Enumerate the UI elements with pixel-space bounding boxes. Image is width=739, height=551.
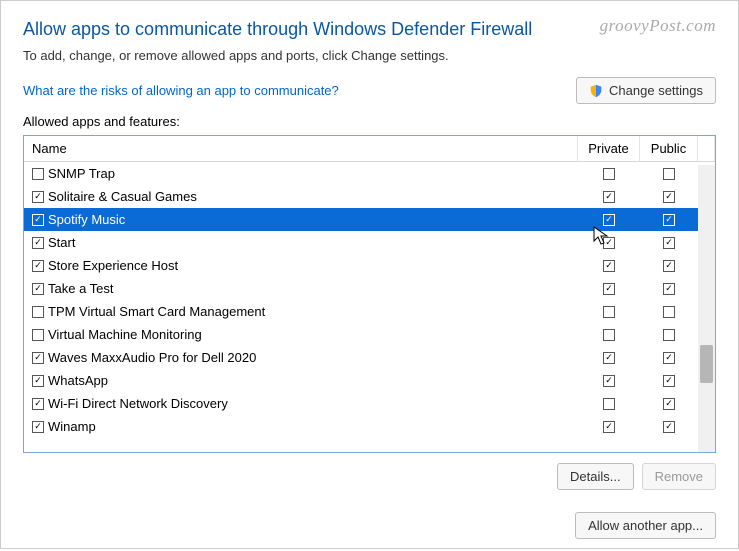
row-name: Start [48, 235, 75, 250]
row-enabled-checkbox[interactable] [32, 168, 44, 180]
row-name: Store Experience Host [48, 258, 178, 273]
remove-button[interactable]: Remove [642, 463, 716, 490]
scrollbar[interactable] [698, 165, 715, 452]
table-row[interactable]: ✓ WhatsApp ✓ ✓ [24, 369, 715, 392]
change-settings-button[interactable]: Change settings [576, 77, 716, 104]
row-name: Spotify Music [48, 212, 125, 227]
row-name: Solitaire & Casual Games [48, 189, 197, 204]
row-public-checkbox[interactable]: ✓ [663, 283, 675, 295]
table-row[interactable]: TPM Virtual Smart Card Management [24, 300, 715, 323]
row-private-checkbox[interactable] [603, 168, 615, 180]
row-public-checkbox[interactable]: ✓ [663, 237, 675, 249]
page-subtext: To add, change, or remove allowed apps a… [23, 48, 716, 63]
column-private[interactable]: Private [578, 136, 640, 161]
row-public-checkbox[interactable]: ✓ [663, 260, 675, 272]
row-public-checkbox[interactable]: ✓ [663, 191, 675, 203]
row-private-checkbox[interactable]: ✓ [603, 421, 615, 433]
row-public-checkbox[interactable] [663, 329, 675, 341]
row-private-checkbox[interactable]: ✓ [603, 352, 615, 364]
row-enabled-checkbox[interactable]: ✓ [32, 398, 44, 410]
change-settings-label: Change settings [609, 83, 703, 98]
row-name: Virtual Machine Monitoring [48, 327, 202, 342]
row-enabled-checkbox[interactable]: ✓ [32, 237, 44, 249]
row-name: TPM Virtual Smart Card Management [48, 304, 265, 319]
risks-link[interactable]: What are the risks of allowing an app to… [23, 83, 339, 98]
row-private-checkbox[interactable] [603, 306, 615, 318]
table-row[interactable]: ✓ Store Experience Host ✓ ✓ [24, 254, 715, 277]
list-header: Name Private Public [24, 136, 715, 162]
table-row[interactable]: ✓ Take a Test ✓ ✓ [24, 277, 715, 300]
row-enabled-checkbox[interactable]: ✓ [32, 214, 44, 226]
row-public-checkbox[interactable]: ✓ [663, 375, 675, 387]
table-row[interactable]: Virtual Machine Monitoring [24, 323, 715, 346]
table-row[interactable]: ✓ Spotify Music ✓ ✓ [24, 208, 715, 231]
row-private-checkbox[interactable]: ✓ [603, 260, 615, 272]
section-label: Allowed apps and features: [23, 114, 716, 129]
row-public-checkbox[interactable] [663, 168, 675, 180]
row-name: WhatsApp [48, 373, 108, 388]
row-enabled-checkbox[interactable]: ✓ [32, 283, 44, 295]
row-name: Take a Test [48, 281, 114, 296]
row-private-checkbox[interactable] [603, 398, 615, 410]
row-name: Waves MaxxAudio Pro for Dell 2020 [48, 350, 256, 365]
column-public[interactable]: Public [640, 136, 698, 161]
table-row[interactable]: ✓ Winamp ✓ ✓ [24, 415, 715, 438]
table-row[interactable]: ✓ Wi-Fi Direct Network Discovery ✓ [24, 392, 715, 415]
row-enabled-checkbox[interactable]: ✓ [32, 260, 44, 272]
row-private-checkbox[interactable]: ✓ [603, 191, 615, 203]
row-public-checkbox[interactable] [663, 306, 675, 318]
row-public-checkbox[interactable]: ✓ [663, 352, 675, 364]
row-enabled-checkbox[interactable] [32, 329, 44, 341]
allow-another-app-button[interactable]: Allow another app... [575, 512, 716, 539]
details-button[interactable]: Details... [557, 463, 634, 490]
allowed-apps-list: Name Private Public SNMP Trap ✓ Solitaire … [23, 135, 716, 453]
row-public-checkbox[interactable]: ✓ [663, 421, 675, 433]
row-public-checkbox[interactable]: ✓ [663, 214, 675, 226]
row-public-checkbox[interactable]: ✓ [663, 398, 675, 410]
column-scroll-spacer [698, 136, 715, 161]
row-enabled-checkbox[interactable]: ✓ [32, 352, 44, 364]
watermark: groovyPost.com [600, 16, 716, 36]
row-private-checkbox[interactable]: ✓ [603, 375, 615, 387]
shield-icon [589, 84, 603, 98]
row-enabled-checkbox[interactable]: ✓ [32, 191, 44, 203]
row-private-checkbox[interactable]: ✓ [603, 237, 615, 249]
table-row[interactable]: ✓ Waves MaxxAudio Pro for Dell 2020 ✓ ✓ [24, 346, 715, 369]
row-private-checkbox[interactable] [603, 329, 615, 341]
scrollbar-thumb[interactable] [700, 345, 713, 383]
row-private-checkbox[interactable]: ✓ [603, 283, 615, 295]
table-row[interactable]: ✓ Solitaire & Casual Games ✓ ✓ [24, 185, 715, 208]
row-name: Wi-Fi Direct Network Discovery [48, 396, 228, 411]
table-row[interactable]: SNMP Trap [24, 162, 715, 185]
row-enabled-checkbox[interactable]: ✓ [32, 421, 44, 433]
row-enabled-checkbox[interactable]: ✓ [32, 375, 44, 387]
column-name[interactable]: Name [24, 136, 578, 161]
table-row[interactable]: ✓ Start ✓ ✓ [24, 231, 715, 254]
row-name: Winamp [48, 419, 96, 434]
row-name: SNMP Trap [48, 166, 115, 181]
row-enabled-checkbox[interactable] [32, 306, 44, 318]
row-private-checkbox[interactable]: ✓ [603, 214, 615, 226]
